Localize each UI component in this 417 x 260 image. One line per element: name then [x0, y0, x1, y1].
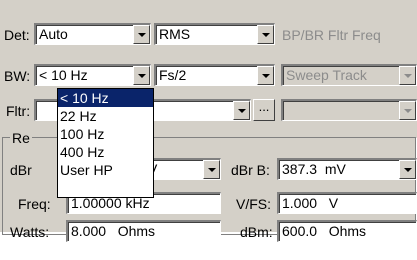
- chevron-down-icon[interactable]: [257, 25, 274, 44]
- filter-label: Fltr:: [6, 103, 31, 119]
- det-label: Det:: [4, 27, 30, 43]
- rms-value: RMS: [159, 26, 191, 42]
- dbr-a-label: dBr: [10, 162, 32, 178]
- bandwidth-option[interactable]: 22 Hz: [58, 107, 153, 125]
- group-title: Re: [10, 129, 32, 147]
- ellipsis-label: ...: [258, 99, 270, 114]
- chevron-down-icon[interactable]: [133, 25, 150, 44]
- dbm-value: 600.0 Ohms: [282, 223, 367, 239]
- bandwidth-option[interactable]: 400 Hz: [58, 143, 153, 161]
- watts-input[interactable]: 8.000 Ohms: [66, 220, 221, 242]
- bp-br-filter-freq-label: BP/BR Fltr Freq: [282, 27, 381, 43]
- dbr-b-value: 387.3 mV: [282, 161, 346, 177]
- vfs-input[interactable]: 1.000 V: [277, 192, 417, 214]
- rms-select[interactable]: RMS: [154, 23, 275, 45]
- chevron-down-icon[interactable]: [203, 160, 220, 179]
- detector-select[interactable]: Auto: [34, 23, 151, 45]
- detector-value: Auto: [39, 26, 68, 42]
- fs-value: Fs/2: [159, 67, 187, 83]
- watts-label: Watts:: [10, 224, 50, 240]
- bandwidth-option[interactable]: < 10 Hz: [58, 89, 153, 107]
- chevron-down-icon[interactable]: [399, 101, 416, 120]
- chevron-down-icon[interactable]: [399, 160, 416, 179]
- bandwidth-dropdown-list: < 10 Hz 22 Hz 100 Hz 400 Hz User HP: [57, 88, 154, 198]
- fs-select[interactable]: Fs/2: [154, 64, 275, 86]
- bandwidth-select[interactable]: < 10 Hz: [34, 64, 151, 86]
- vfs-value: 1.000 V: [282, 195, 339, 211]
- filter-browse-button[interactable]: ...: [253, 99, 275, 121]
- vfs-label: V/FS:: [236, 196, 272, 212]
- dbr-b-select[interactable]: 387.3 mV: [277, 158, 417, 180]
- sweep-track-select[interactable]: Sweep Track: [281, 64, 417, 86]
- chevron-down-icon[interactable]: [133, 66, 150, 85]
- dbr-b-label: dBr B:: [231, 162, 270, 178]
- freq-label: Freq:: [18, 196, 51, 212]
- dbm-label: dBm:: [240, 224, 273, 240]
- bandwidth-option[interactable]: 100 Hz: [58, 125, 153, 143]
- chevron-down-icon[interactable]: [399, 66, 416, 85]
- sweep-track-value: Sweep Track: [286, 67, 367, 83]
- chevron-down-icon[interactable]: [233, 101, 250, 120]
- bw-label: BW:: [4, 68, 31, 84]
- bandwidth-value: < 10 Hz: [39, 67, 88, 83]
- filter-freq-select[interactable]: [281, 99, 417, 121]
- watts-value: 8.000 Ohms: [71, 223, 156, 239]
- bandwidth-option[interactable]: User HP: [58, 161, 153, 179]
- chevron-down-icon[interactable]: [257, 66, 274, 85]
- dbm-input[interactable]: 600.0 Ohms: [277, 220, 417, 242]
